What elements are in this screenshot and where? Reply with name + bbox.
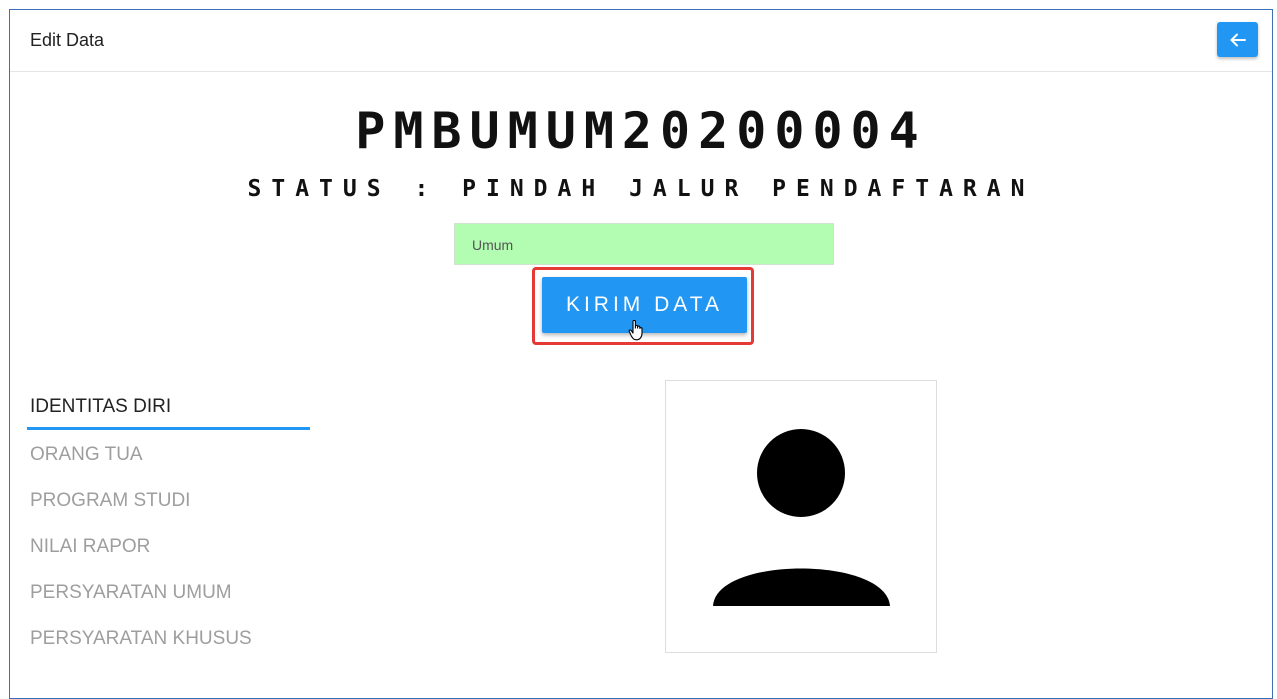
- card-header: Edit Data: [10, 10, 1272, 72]
- tab-persyaratan-khusus[interactable]: PERSYARATAN KHUSUS: [27, 616, 310, 662]
- edit-data-card: Edit Data PMBUMUM20200004 STATUS : PINDA…: [9, 9, 1273, 699]
- tab-orang-tua[interactable]: ORANG TUA: [27, 432, 310, 478]
- send-data-button[interactable]: KIRIM DATA: [542, 277, 747, 333]
- registration-route-field[interactable]: Umum: [454, 223, 834, 265]
- registration-code: PMBUMUM20200004: [355, 102, 927, 160]
- form-section-tabs: IDENTITAS DIRI ORANG TUA PROGRAM STUDI N…: [27, 386, 310, 662]
- tab-nilai-rapor[interactable]: NILAI RAPOR: [27, 524, 310, 570]
- page-title: Edit Data: [30, 30, 105, 50]
- hand-pointer-icon: [628, 320, 643, 341]
- profile-photo[interactable]: [665, 380, 937, 653]
- user-avatar-icon: [713, 429, 890, 606]
- registration-status: STATUS : PINDAH JALUR PENDAFTARAN: [247, 176, 1035, 202]
- tab-identitas-diri[interactable]: IDENTITAS DIRI: [27, 386, 310, 430]
- back-button[interactable]: [1217, 22, 1258, 57]
- arrow-left-icon: [1229, 33, 1246, 46]
- tab-persyaratan-umum[interactable]: PERSYARATAN UMUM: [27, 570, 310, 616]
- tab-program-studi[interactable]: PROGRAM STUDI: [27, 478, 310, 524]
